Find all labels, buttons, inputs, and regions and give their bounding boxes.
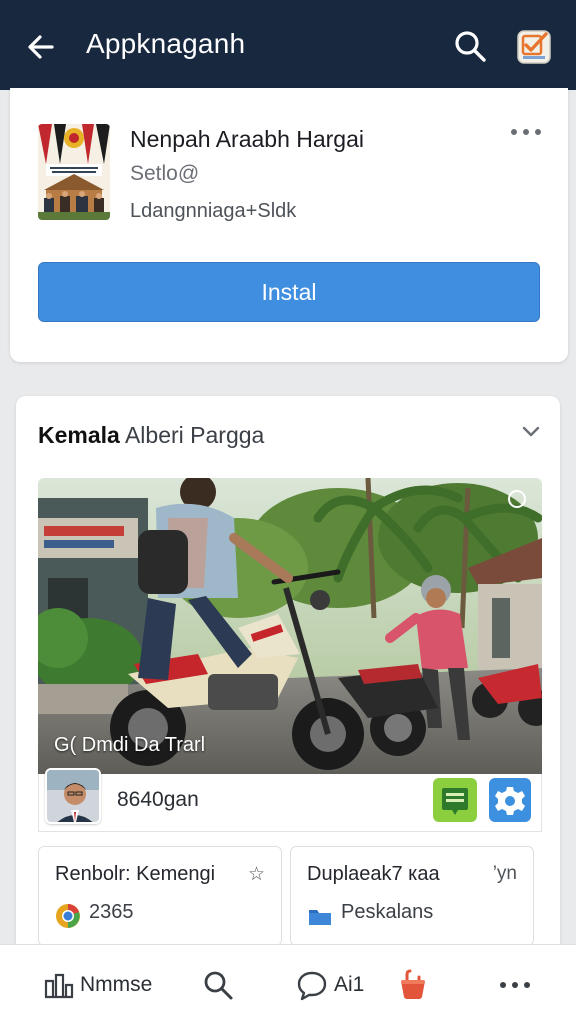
nav-home[interactable]: Nmmse — [44, 967, 152, 1003]
app-thumbnail[interactable] — [38, 124, 110, 220]
nav-search[interactable] — [202, 967, 234, 1003]
chat-bubble-icon — [297, 971, 327, 1001]
gear-icon — [495, 787, 525, 815]
post-author-rest: Alberi Pargga — [124, 422, 265, 448]
photo-indicator — [508, 490, 526, 508]
info-card-value: 2365 — [89, 901, 134, 923]
star-icon[interactable]: ☆ — [248, 863, 265, 886]
page-title: Appknaganh — [86, 28, 246, 59]
chrome-like-icon — [56, 904, 80, 928]
more-options-icon — [500, 982, 530, 988]
nav-more[interactable] — [498, 967, 532, 1003]
photo-caption: G( Dmdi Da Trarl — [54, 734, 206, 756]
app-developer: Ldangnniaga+Sldk — [130, 200, 297, 222]
info-card-right[interactable]: Duplaeak7 каа ’уn Peskalans — [290, 846, 534, 946]
post-card: Kemala Alberi Pargga G(Dmdi Da Trarl 86… — [16, 396, 560, 956]
settings-button[interactable] — [489, 778, 531, 822]
more-options-icon[interactable] — [508, 124, 544, 140]
columns-icon — [44, 973, 74, 999]
post-author-bold: Kemala — [38, 422, 120, 448]
note-button[interactable] — [433, 778, 477, 822]
checkbox-app-icon[interactable] — [515, 28, 553, 66]
note-icon — [442, 788, 468, 815]
arrow-left-icon[interactable] — [24, 30, 58, 64]
info-card-extra: ’уn — [492, 863, 517, 884]
app-name: Nenpah Araabh Hargai — [130, 126, 364, 152]
info-card-title: Duplaeak7 каа — [307, 863, 440, 885]
nav-shop[interactable] — [398, 967, 428, 1003]
post-author[interactable]: Kemala Alberi Pargga — [38, 422, 264, 449]
search-icon[interactable] — [452, 28, 488, 64]
folder-icon — [309, 910, 331, 925]
post-user-row: 8640gan — [38, 768, 542, 832]
info-card-title: Renbolr: Kemengi — [55, 863, 216, 885]
nav-home-label: Nmmse — [80, 973, 153, 996]
app-install-card: Nenpah Araabh Hargai Setlo@ Ldangnniaga+… — [10, 88, 568, 362]
search-icon — [204, 971, 233, 1000]
post-photo[interactable]: G( Dmdi Da Trarl — [38, 478, 542, 774]
install-button[interactable]: Instal — [38, 262, 540, 322]
shopping-basket-icon — [401, 969, 425, 999]
post-user-name: 8640gan — [117, 788, 199, 811]
top-app-bar: Appknaganh — [0, 0, 576, 90]
chevron-down-icon[interactable] — [520, 422, 542, 440]
info-card-value: Peskalans — [341, 901, 434, 923]
info-card-left[interactable]: Renbolr: Kemengi ☆ 2365 — [38, 846, 282, 946]
bottom-navigation: Nmmse Ai1 — [0, 944, 576, 1024]
nav-chat[interactable]: Ai1 — [296, 967, 364, 1003]
avatar[interactable] — [45, 768, 101, 824]
nav-chat-label: Ai1 — [334, 973, 365, 996]
app-subtitle: Setlo@ — [130, 162, 200, 185]
